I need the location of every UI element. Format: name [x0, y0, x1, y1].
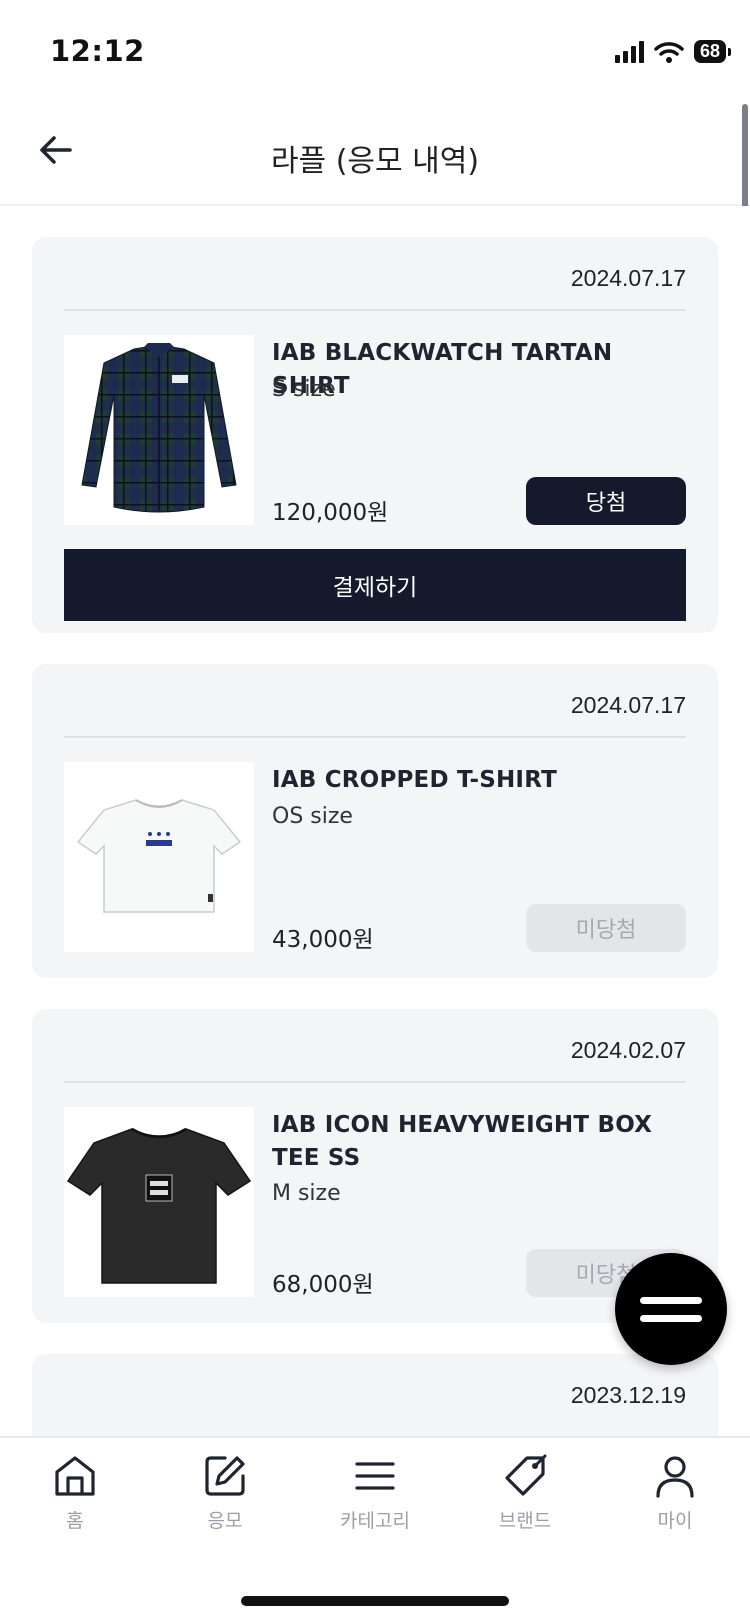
wifi-icon	[654, 41, 684, 63]
raffle-entry-list: 2024.07.17 IAB BLACKWATCH TARTAN SHIRT S…	[0, 206, 750, 1436]
product-price: 43,000원	[272, 927, 374, 953]
product-price: 68,000원	[272, 1272, 374, 1298]
tab-brand[interactable]: 브랜드	[470, 1452, 580, 1533]
raffle-entry-card: 2024.02.07 IAB ICON HEAVYWEIGHT BOX TEE …	[32, 1009, 718, 1323]
product-size: M size	[272, 1181, 341, 1206]
status-time: 12:12	[50, 34, 145, 68]
status-icons: 68	[614, 40, 732, 63]
product-image[interactable]	[64, 335, 254, 525]
page-title: 라플 (응모 내역)	[270, 144, 480, 179]
product-size: S size	[272, 377, 336, 402]
pay-button[interactable]: 결제하기	[64, 549, 686, 621]
card-divider	[64, 309, 686, 311]
tab-entries[interactable]: 응모	[170, 1452, 280, 1533]
tab-label: 브랜드	[498, 1510, 552, 1532]
home-indicator[interactable]	[241, 1596, 509, 1606]
white-tshirt-image	[76, 799, 242, 913]
plaid-shirt-image	[81, 343, 237, 513]
tab-label: 마이	[657, 1510, 693, 1532]
menu-icon-line	[640, 1296, 702, 1304]
entry-date: 2024.07.17	[570, 692, 686, 718]
raffle-entry-card: 2023.12.19	[32, 1354, 718, 1436]
user-icon	[656, 1456, 694, 1498]
status-bar: 12:12 68	[0, 0, 750, 100]
card-divider	[64, 736, 686, 738]
tab-my[interactable]: 마이	[620, 1452, 730, 1533]
tab-category[interactable]: 카테고리	[320, 1452, 430, 1533]
card-divider	[64, 1081, 686, 1083]
entry-date: 2023.12.19	[570, 1382, 686, 1408]
tab-label: 응모	[207, 1510, 243, 1532]
battery-indicator: 68	[693, 40, 732, 63]
nav-header: 라플 (응모 내역)	[0, 100, 750, 206]
edit-icon	[205, 1456, 245, 1496]
raffle-entry-card: 2024.07.17 IAB BLACKWATCH TARTAN SHIRT S…	[32, 237, 718, 633]
product-size: OS size	[272, 804, 353, 829]
product-name[interactable]: IAB CROPPED T-SHIRT	[272, 764, 686, 797]
result-badge-lost: 미당첨	[526, 904, 686, 952]
floating-menu-button[interactable]	[615, 1253, 727, 1365]
product-name[interactable]: IAB ICON HEAVYWEIGHT BOX TEE SS	[272, 1109, 686, 1175]
raffle-entry-card: 2024.07.17 IAB CROPPED T-SHIRT OS size 4…	[32, 664, 718, 978]
tab-home[interactable]: 홈	[20, 1452, 130, 1533]
product-image[interactable]	[64, 1107, 254, 1297]
menu-icon-line	[640, 1314, 702, 1322]
tab-label: 카테고리	[340, 1510, 410, 1532]
entry-date: 2024.02.07	[570, 1037, 686, 1063]
home-icon	[55, 1456, 95, 1496]
product-price: 120,000원	[272, 500, 389, 526]
black-tshirt-image	[66, 1127, 252, 1284]
product-image[interactable]	[64, 762, 254, 952]
tag-icon	[505, 1454, 547, 1496]
result-badge-won: 당첨	[526, 477, 686, 525]
entry-date: 2024.07.17	[570, 265, 686, 291]
cellular-signal-icon	[614, 40, 644, 63]
menu-icon	[355, 1462, 395, 1490]
tab-label: 홈	[66, 1510, 84, 1532]
